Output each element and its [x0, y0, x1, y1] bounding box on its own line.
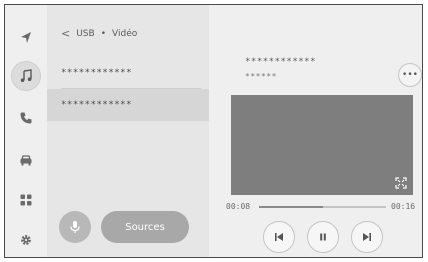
media-browser-panel: < USB • Vidéo ************ ************ … [47, 5, 209, 257]
sources-button[interactable]: Sources [101, 211, 189, 243]
breadcrumb-folder: Vidéo [112, 28, 138, 39]
screen-frame: < USB • Vidéo ************ ************ … [4, 4, 423, 258]
back-button[interactable]: < [61, 27, 70, 40]
seek-bar-progress [259, 206, 323, 208]
skip-previous-icon [275, 233, 283, 241]
total-time: 00:16 [391, 202, 416, 211]
skip-next-icon [363, 233, 371, 241]
seek-bar[interactable] [259, 206, 386, 208]
video-player[interactable] [231, 95, 413, 195]
voice-button[interactable] [59, 211, 91, 243]
track-subtitle: ****** [245, 72, 277, 81]
navigation-arrow-icon [21, 32, 31, 43]
nav-item-settings[interactable] [11, 225, 41, 255]
nav-rail [5, 5, 47, 257]
more-options-icon: ••• [402, 69, 418, 80]
phone-icon [20, 112, 32, 124]
previous-button[interactable] [263, 221, 295, 253]
pause-button[interactable] [307, 221, 339, 253]
pause-icon [320, 233, 326, 241]
car-icon [20, 155, 32, 166]
music-note-icon [20, 69, 32, 82]
fullscreen-icon[interactable] [395, 177, 407, 189]
nav-item-phone[interactable] [11, 103, 41, 133]
list-item[interactable]: ************ [47, 57, 209, 89]
apps-grid-icon [20, 194, 32, 206]
nav-item-media[interactable] [11, 61, 41, 91]
microphone-icon [70, 221, 80, 233]
nav-item-navigation[interactable] [11, 23, 41, 53]
elapsed-time: 00:08 [226, 202, 251, 211]
breadcrumb: < USB • Vidéo [61, 27, 137, 40]
track-title: ************ [245, 57, 317, 67]
settings-gear-icon [21, 235, 31, 245]
list-item-selected[interactable]: ************ [47, 89, 209, 121]
breadcrumb-source[interactable]: USB [76, 29, 94, 39]
more-options-button[interactable]: ••• [398, 63, 422, 87]
nav-item-apps[interactable] [11, 185, 41, 215]
breadcrumb-separator: • [100, 28, 107, 39]
nav-item-vehicle[interactable] [11, 145, 41, 175]
next-button[interactable] [351, 221, 383, 253]
